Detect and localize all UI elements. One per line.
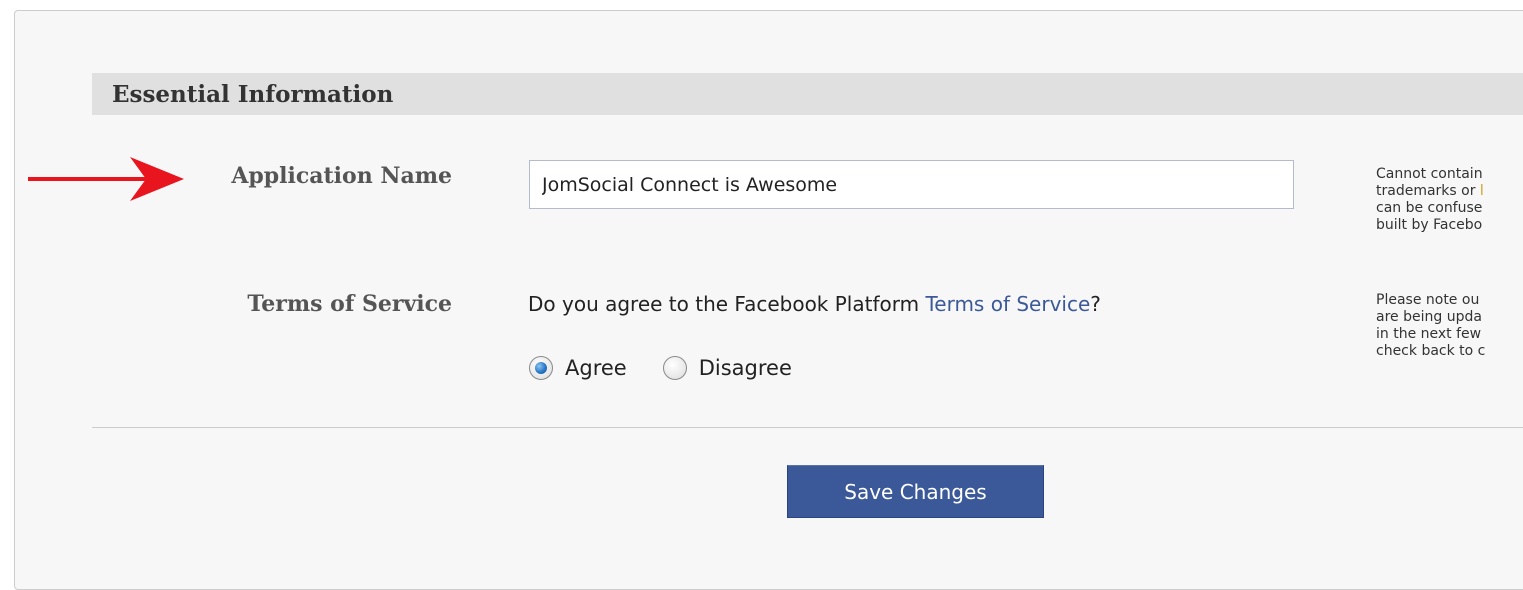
- disagree-label[interactable]: Disagree: [699, 356, 792, 380]
- help-line: can be confuse: [1376, 200, 1483, 216]
- section-header: Essential Information: [92, 73, 1523, 115]
- terms-help: Please note ou are being upda in the nex…: [1376, 292, 1523, 360]
- help-line: in the next few: [1376, 326, 1482, 342]
- help-line: are being upda: [1376, 309, 1482, 325]
- terms-radio-group: Agree Disagree: [529, 356, 828, 380]
- help-link[interactable]: l: [1480, 183, 1484, 199]
- radio-selected-dot: [535, 362, 547, 374]
- application-name-input[interactable]: [529, 160, 1294, 209]
- disagree-radio[interactable]: [662, 356, 687, 380]
- help-line: Please note ou: [1376, 292, 1480, 308]
- save-changes-button[interactable]: Save Changes: [787, 465, 1044, 518]
- help-line: Cannot contain: [1376, 166, 1483, 182]
- agree-label[interactable]: Agree: [565, 356, 627, 380]
- divider: [92, 427, 1523, 428]
- help-line: check back to c: [1376, 343, 1486, 359]
- application-name-help: Cannot contain trademarks or l can be co…: [1376, 166, 1523, 234]
- help-line: trademarks or l: [1376, 183, 1484, 199]
- agree-radio[interactable]: [529, 356, 553, 380]
- terms-of-service-link[interactable]: Terms of Service: [925, 292, 1090, 316]
- application-name-label: Application Name: [231, 163, 452, 189]
- terms-question: Do you agree to the Facebook Platform Te…: [528, 292, 1101, 316]
- terms-of-service-label: Terms of Service: [247, 291, 452, 317]
- help-line: built by Facebo: [1376, 217, 1483, 233]
